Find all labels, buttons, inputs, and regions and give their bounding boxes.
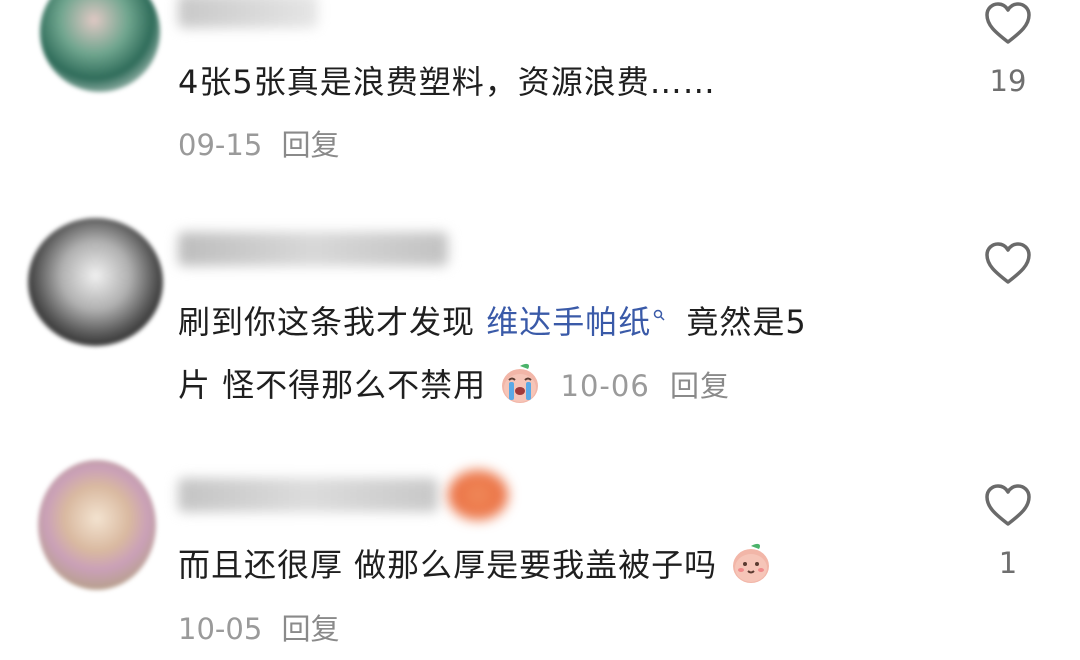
comment-meta: 09-15 回复 [178,122,340,164]
comment-text: 刷到你这条我才发现 维达手帕纸 竟然是5 [178,300,807,344]
like-count: 1 [998,546,1018,580]
heart-outline-icon [985,484,1031,526]
comment-text-part: 竟然是5 [675,303,807,341]
comment-text: 4张5张真是浪费塑料，资源浪费…… [178,63,716,101]
heart-outline-icon [985,242,1031,284]
username[interactable] [178,478,438,512]
avatar[interactable] [40,0,160,92]
crying-peach-emoji [502,363,539,403]
comment-meta: 10-06 回复 [561,369,731,403]
comment-text-part: 而且还很厚 做那么厚是要我盖被子吗 [178,546,718,584]
comment-meta: 10-05 回复 [178,606,340,648]
comment-item: 刷到你这条我才发现 维达手帕纸 竟然是5 片 怪不得那么不禁用 10-06 回复 [0,200,1080,440]
comment-date: 10-05 [178,612,263,646]
like-button[interactable]: 1 [983,482,1033,580]
like-button[interactable] [983,240,1033,304]
reply-button[interactable]: 回复 [282,128,340,162]
avatar[interactable] [28,218,163,346]
comment-item: 而且还很厚 做那么厚是要我盖被子吗 10-05 回复 1 [0,440,1080,660]
search-link[interactable]: 维达手帕纸 [486,303,651,341]
comment-date: 10-06 [560,369,650,403]
comment-item: 4张5张真是浪费塑料，资源浪费…… 09-15 回复 19 [0,0,1080,180]
username[interactable] [178,232,448,266]
like-button[interactable]: 19 [983,0,1033,98]
comment-text: 而且还很厚 做那么厚是要我盖被子吗 [178,540,774,587]
avatar[interactable] [38,460,156,590]
comment-text-part: 刷到你这条我才发现 [178,303,487,341]
like-count: 19 [989,64,1027,98]
heart-outline-icon [985,2,1031,44]
search-icon[interactable] [653,309,665,321]
smiling-peach-emoji [733,543,770,583]
comment-text: 片 怪不得那么不禁用 10-06 回复 [178,360,730,408]
username[interactable] [178,0,318,28]
comment-date: 09-15 [178,128,263,162]
comment-text-part: 片 怪不得那么不禁用 [178,366,487,404]
username-badge [448,470,508,520]
reply-button[interactable]: 回复 [282,612,340,646]
reply-button[interactable]: 回复 [670,369,730,403]
